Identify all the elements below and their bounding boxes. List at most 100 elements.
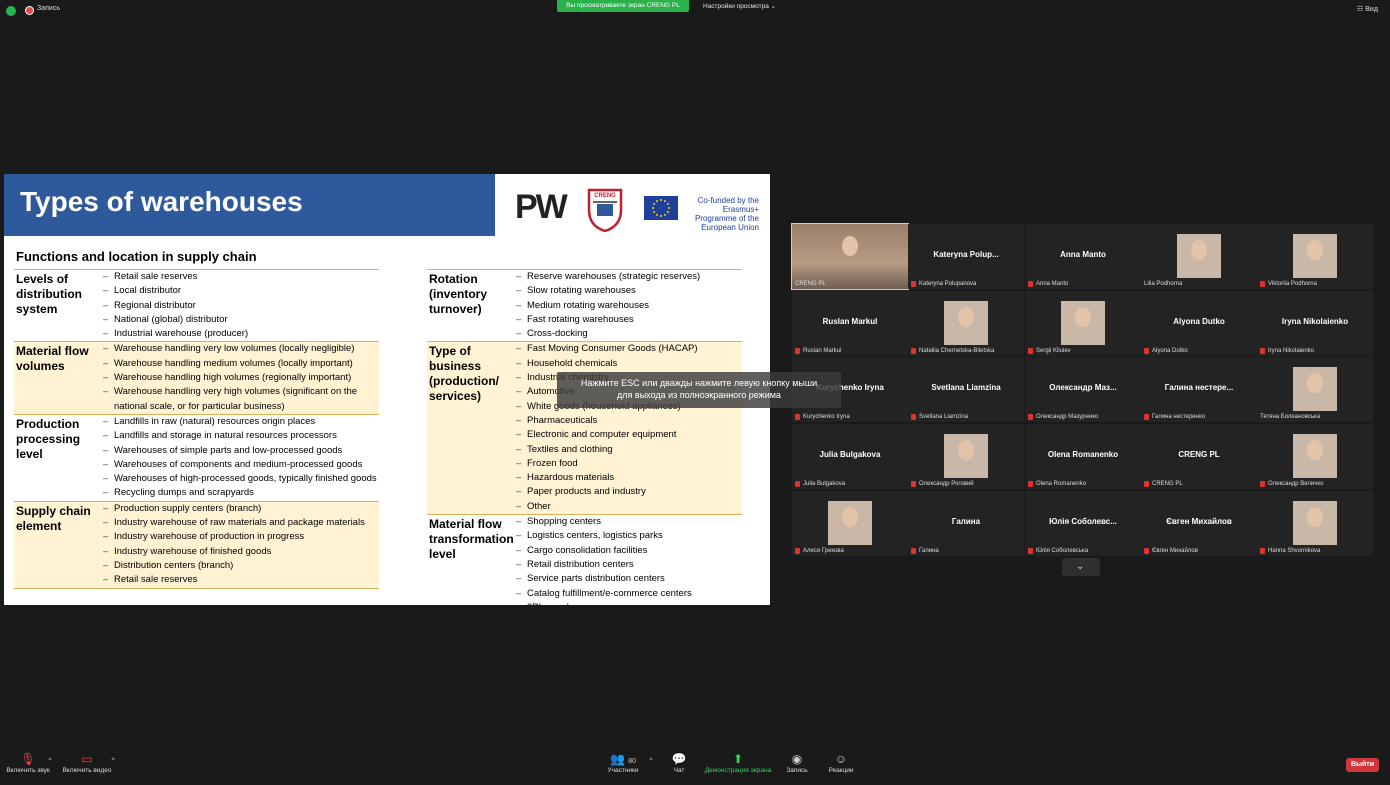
participant-face (1191, 240, 1207, 260)
participant-tile[interactable]: Sergii Kliuiev (1025, 291, 1141, 356)
participant-avatar (1293, 234, 1337, 278)
participant-tile[interactable]: Nataliia Chernetska-Biletska (908, 291, 1024, 356)
slide-bullet: Local distributor (103, 284, 379, 299)
microphone-muted-icon (1028, 281, 1033, 287)
slide-block-heading: Material flow transformation level (429, 517, 514, 562)
right-column: Rotation (inventory turnover) Reserve war… (427, 269, 742, 605)
participant-tile[interactable]: Олександр Маз... Олександр Мазуренко (1025, 357, 1141, 422)
hint-line-2: для выхода из полноэкранного режима (617, 390, 781, 400)
slide-bullet: 3PL warehouses (516, 601, 742, 605)
slide-bullet: Other (516, 500, 742, 515)
eu-star (668, 207, 670, 209)
video-options-caret[interactable]: ^ (109, 757, 117, 764)
participant-tile[interactable]: Тетяна Болеановська (1257, 357, 1373, 422)
microphone-muted-icon (1260, 481, 1265, 487)
slide-bullet: Warehouse handling very low volumes (loc… (103, 342, 379, 357)
chevron-down-icon: ⌄ (1076, 561, 1085, 572)
eu-star (664, 200, 666, 203)
participant-tile[interactable]: Julia Bulgakova Julia Bulgakova (792, 424, 908, 489)
slide-subtitle: Functions and location in supply chain (16, 249, 257, 264)
participant-tile[interactable]: Alyona Dutko Alyona Dutko (1141, 291, 1257, 356)
slide-bullet: Distribution centers (branch) (103, 559, 379, 574)
participant-tile[interactable]: Олександр Роговий (908, 424, 1024, 489)
participant-tile[interactable]: Євген Михайлов Євген Михайлов (1141, 491, 1257, 556)
participant-display-name: Olena Romanenko (1047, 450, 1119, 459)
share-screen-label: Демонстрация экрана (704, 767, 772, 774)
participant-tile[interactable]: Hanna Shvornikova (1257, 491, 1373, 556)
microphone-muted-icon (911, 414, 916, 420)
participants-button[interactable]: 👥 80 Участники (603, 752, 643, 774)
participants-options-caret[interactable]: ^ (647, 757, 655, 764)
eu-star (666, 211, 669, 213)
slide-bullet: Warehouses of high-processed goods, typi… (103, 472, 379, 487)
participant-tile[interactable]: Lilia Podhorna (1141, 224, 1257, 289)
participant-tile[interactable]: Галина Галина (908, 491, 1024, 556)
participant-name-label: Viktoriia Podhorna (1268, 281, 1317, 287)
participant-tile[interactable]: Галина нестере... Галина нестеренко (1141, 357, 1257, 422)
participant-tile[interactable]: Юлія Соболевс... Юлія Соболевська (1025, 491, 1141, 556)
security-shield-icon[interactable] (6, 6, 16, 16)
participant-name-label: Svetlana Liamzina (919, 414, 969, 420)
slide-block: Rotation (inventory turnover) Reserve war… (427, 269, 742, 342)
slide-bullet: Landfills in raw (natural) resources ori… (103, 415, 379, 430)
participant-tile[interactable]: Алеся Грекова (792, 491, 908, 556)
slide-bullet: Cross-docking (516, 327, 742, 342)
start-video-button[interactable]: ▭ Включить видео (60, 752, 114, 774)
participant-display-name: Євген Михайлов (1166, 517, 1232, 526)
slide-block: Material flow transformation levelShoppi… (427, 514, 742, 605)
participant-name-label: Alyona Dutko (1152, 348, 1188, 354)
participant-name-label: Юлія Соболевська (1036, 548, 1089, 554)
slide-bullet: Electronic and computer equipment (516, 428, 742, 443)
participant-tile[interactable]: CRENG PL CRENG PL (1141, 424, 1257, 489)
participant-display-name: Ruslan Markul (822, 317, 878, 326)
microphone-muted-icon (911, 548, 916, 554)
share-screen-button[interactable]: ⬆ Демонстрация экрана (702, 752, 774, 774)
participant-tile[interactable]: Ruslan Markul Ruslan Markul (792, 291, 908, 356)
slide-bullet: National (global) distributor (103, 313, 379, 328)
chat-button[interactable]: 💬 Чат (665, 752, 693, 774)
participant-avatar (1293, 501, 1337, 545)
participant-tile[interactable]: Viktoriia Podhorna (1257, 224, 1373, 289)
chat-label: Чат (673, 767, 685, 774)
eu-star (652, 207, 654, 209)
view-button[interactable]: ☷ Вид (1357, 5, 1378, 13)
audio-options-caret[interactable]: ^ (46, 757, 54, 764)
left-column: Levels of distribution system Retail sale… (14, 269, 379, 589)
slide-bullet: Retail distribution centers (516, 558, 742, 573)
participant-name-label: Nataliia Chernetska-Biletska (919, 348, 995, 354)
microphone-muted-icon (795, 414, 800, 420)
participant-display-name: Юлія Соболевс... (1049, 517, 1117, 526)
participant-tile[interactable]: Olena Romanenko Olena Romanenko (1025, 424, 1141, 489)
participant-name-label: Алеся Грекова (803, 548, 844, 554)
participant-tile[interactable]: Anna Manto Anna Manto (1025, 224, 1141, 289)
unmute-button[interactable]: 🎙 Включить звук (5, 752, 51, 774)
leave-meeting-button[interactable]: Выйти (1346, 758, 1379, 772)
slide-block-heading: Material flow volumes (16, 344, 89, 374)
microphone-muted-icon (1028, 548, 1033, 554)
slide-bullet: Regional distributor (103, 299, 379, 314)
participants-count: 80 (628, 758, 637, 765)
participant-tile[interactable]: Kateryna Polup... Kateryna Polupanova (908, 224, 1024, 289)
gallery-next-page-button[interactable]: ⌄ (1062, 558, 1100, 576)
participant-name-label: Lilia Podhorna (1144, 281, 1183, 287)
eu-star (653, 211, 656, 213)
slide-bullet: Industry warehouse of production in prog… (103, 530, 379, 545)
slide-bullet: Warehouses of simple parts and low-proce… (103, 444, 379, 459)
view-options-menu[interactable]: Настройки просмотра ⌄ (703, 2, 776, 10)
participant-name-label: Olena Romanenko (1036, 481, 1087, 487)
unmute-label: Включить звук (6, 767, 50, 774)
participant-tile[interactable]: Iryna Nikolaienko Iryna Nikolaienko (1257, 291, 1373, 356)
record-icon: ◉ (791, 752, 803, 766)
participant-tile[interactable]: Svetlana Liamzina Svetlana Liamzina (908, 357, 1024, 422)
participant-name-label: CRENG PL (795, 281, 826, 287)
reactions-icon: ☺ (834, 752, 848, 766)
participant-display-name: Галина (951, 517, 981, 526)
slide-bullet: Landfills and storage in natural resourc… (103, 429, 379, 444)
participant-tile[interactable]: Олександр Величко (1257, 424, 1373, 489)
participant-display-name: Svetlana Liamzina (931, 383, 1001, 392)
pw-logo: PW (515, 188, 568, 226)
participant-tile[interactable]: CRENG PL (791, 223, 909, 290)
reactions-button[interactable]: ☺ Реакции (824, 752, 858, 774)
slide-bullet: Pharmaceuticals (516, 414, 742, 429)
record-button[interactable]: ◉ Запись (783, 752, 811, 774)
